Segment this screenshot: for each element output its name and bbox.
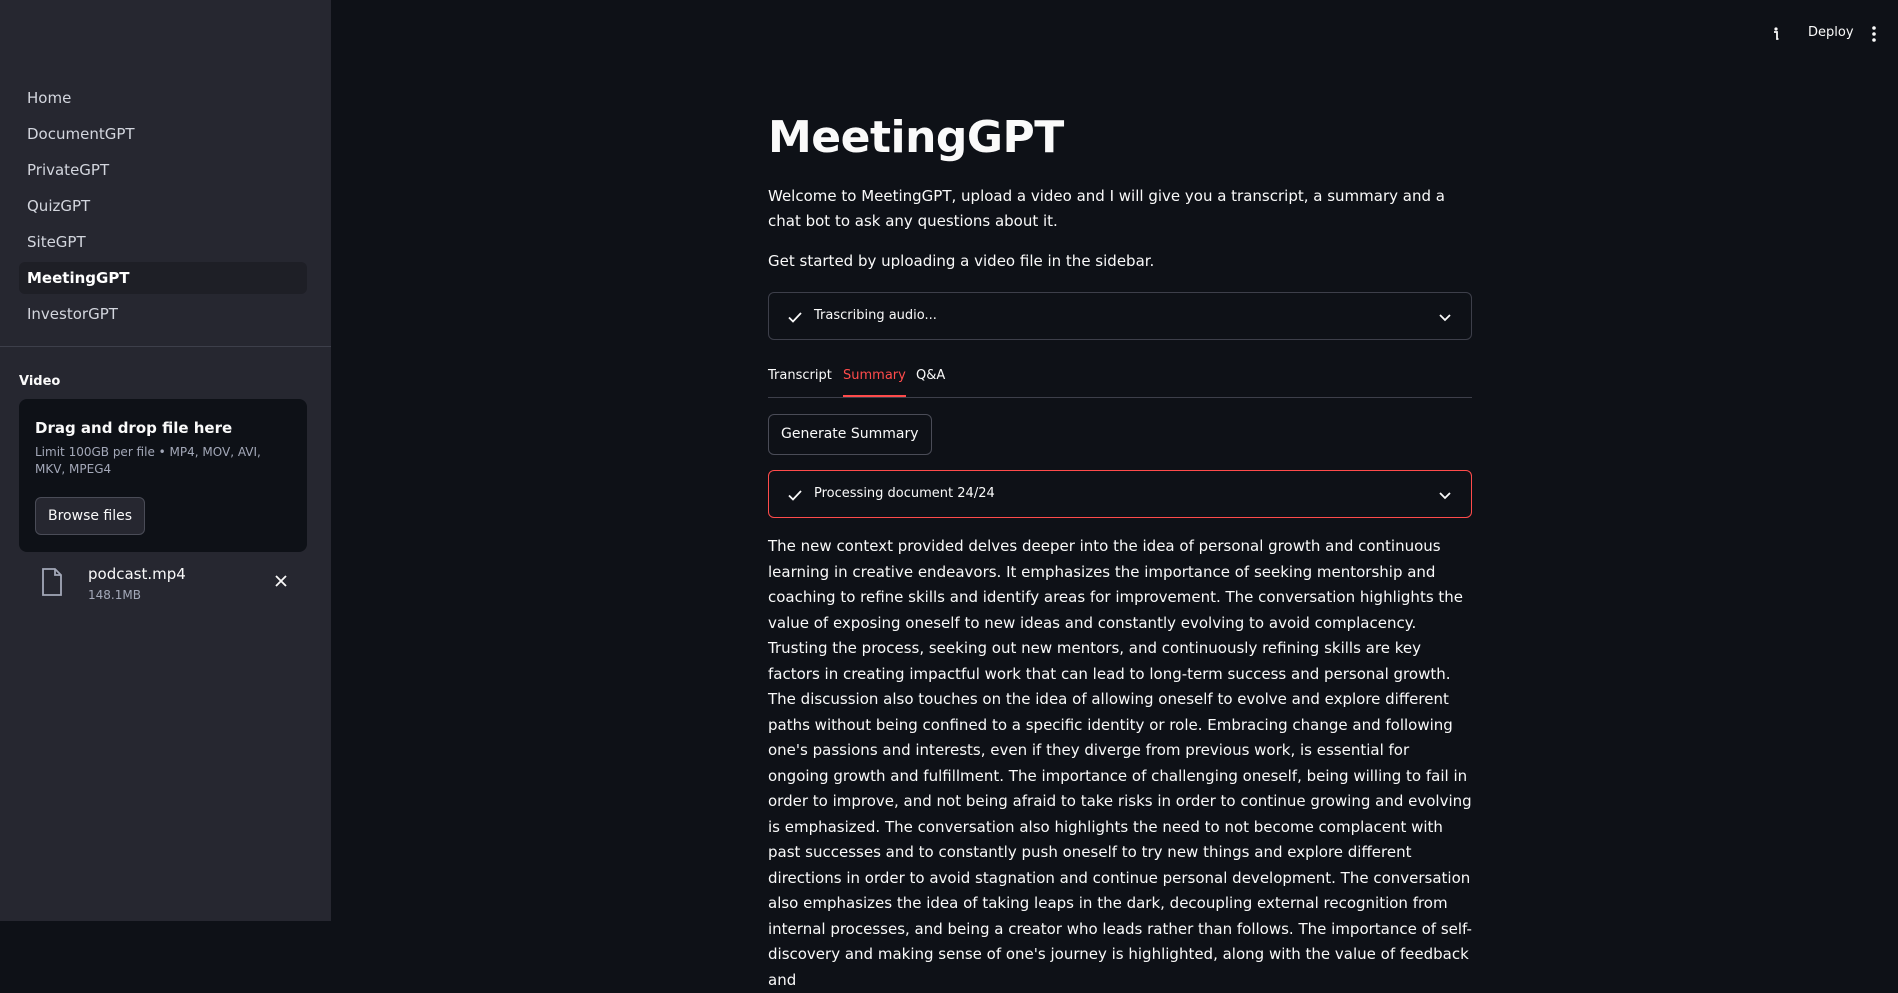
dropzone-title: Drag and drop file here	[35, 419, 233, 437]
chevron-down-icon	[1439, 314, 1451, 322]
file-dropzone[interactable]: Drag and drop file here Limit 100GB per …	[19, 399, 307, 552]
summary-text: The new context provided delves deeper i…	[768, 537, 1472, 989]
tab-transcript[interactable]: Transcript	[768, 368, 832, 397]
nav-item-meetinggpt[interactable]: MeetingGPT	[19, 262, 307, 294]
tab-summary[interactable]: Summary	[843, 368, 906, 397]
processing-status-text: Processing document 24/24	[814, 486, 995, 501]
sidebar-divider	[0, 346, 331, 347]
file-name: podcast.mp4	[88, 565, 186, 583]
page-title: MeetingGPT	[768, 112, 1064, 163]
get-started-text: Get started by uploading a video file in…	[768, 252, 1155, 270]
transcribe-status[interactable]: Trascribing audio...	[768, 292, 1472, 340]
generate-summary-button[interactable]: Generate Summary	[768, 414, 932, 455]
video-label: Video	[19, 374, 61, 389]
sidebar-nav: Home DocumentGPT PrivateGPT QuizGPT Site…	[19, 82, 307, 334]
intro-text: Welcome to MeetingGPT, upload a video an…	[768, 187, 1445, 230]
file-size: 148.1MB	[88, 588, 141, 602]
deploy-button[interactable]: Deploy	[1808, 25, 1854, 40]
check-icon	[788, 312, 802, 323]
close-icon[interactable]	[272, 572, 290, 590]
dropzone-limit: Limit 100GB per file • MP4, MOV, AVI, MK…	[35, 445, 261, 476]
nav-item-home[interactable]: Home	[19, 82, 307, 114]
nav-item-documentgpt[interactable]: DocumentGPT	[19, 118, 307, 150]
transcribe-status-text: Trascribing audio...	[814, 308, 937, 323]
info-icon[interactable]	[1766, 24, 1786, 44]
nav-item-sitegpt[interactable]: SiteGPT	[19, 226, 307, 258]
sidebar: Home DocumentGPT PrivateGPT QuizGPT Site…	[0, 0, 331, 921]
nav-item-privategpt[interactable]: PrivateGPT	[19, 154, 307, 186]
tabs: Transcript Summary Q&A	[768, 368, 1472, 398]
nav-item-investorgpt[interactable]: InvestorGPT	[19, 298, 307, 330]
file-icon	[42, 568, 62, 596]
chevron-down-icon	[1439, 492, 1451, 500]
processing-status[interactable]: Processing document 24/24	[768, 470, 1472, 518]
nav-item-quizgpt[interactable]: QuizGPT	[19, 190, 307, 222]
browse-files-button[interactable]: Browse files	[35, 497, 146, 535]
more-vertical-icon[interactable]	[1866, 24, 1882, 44]
tab-qa[interactable]: Q&A	[916, 368, 945, 397]
uploaded-file: podcast.mp4 148.1MB	[19, 560, 307, 610]
check-icon	[788, 490, 802, 501]
